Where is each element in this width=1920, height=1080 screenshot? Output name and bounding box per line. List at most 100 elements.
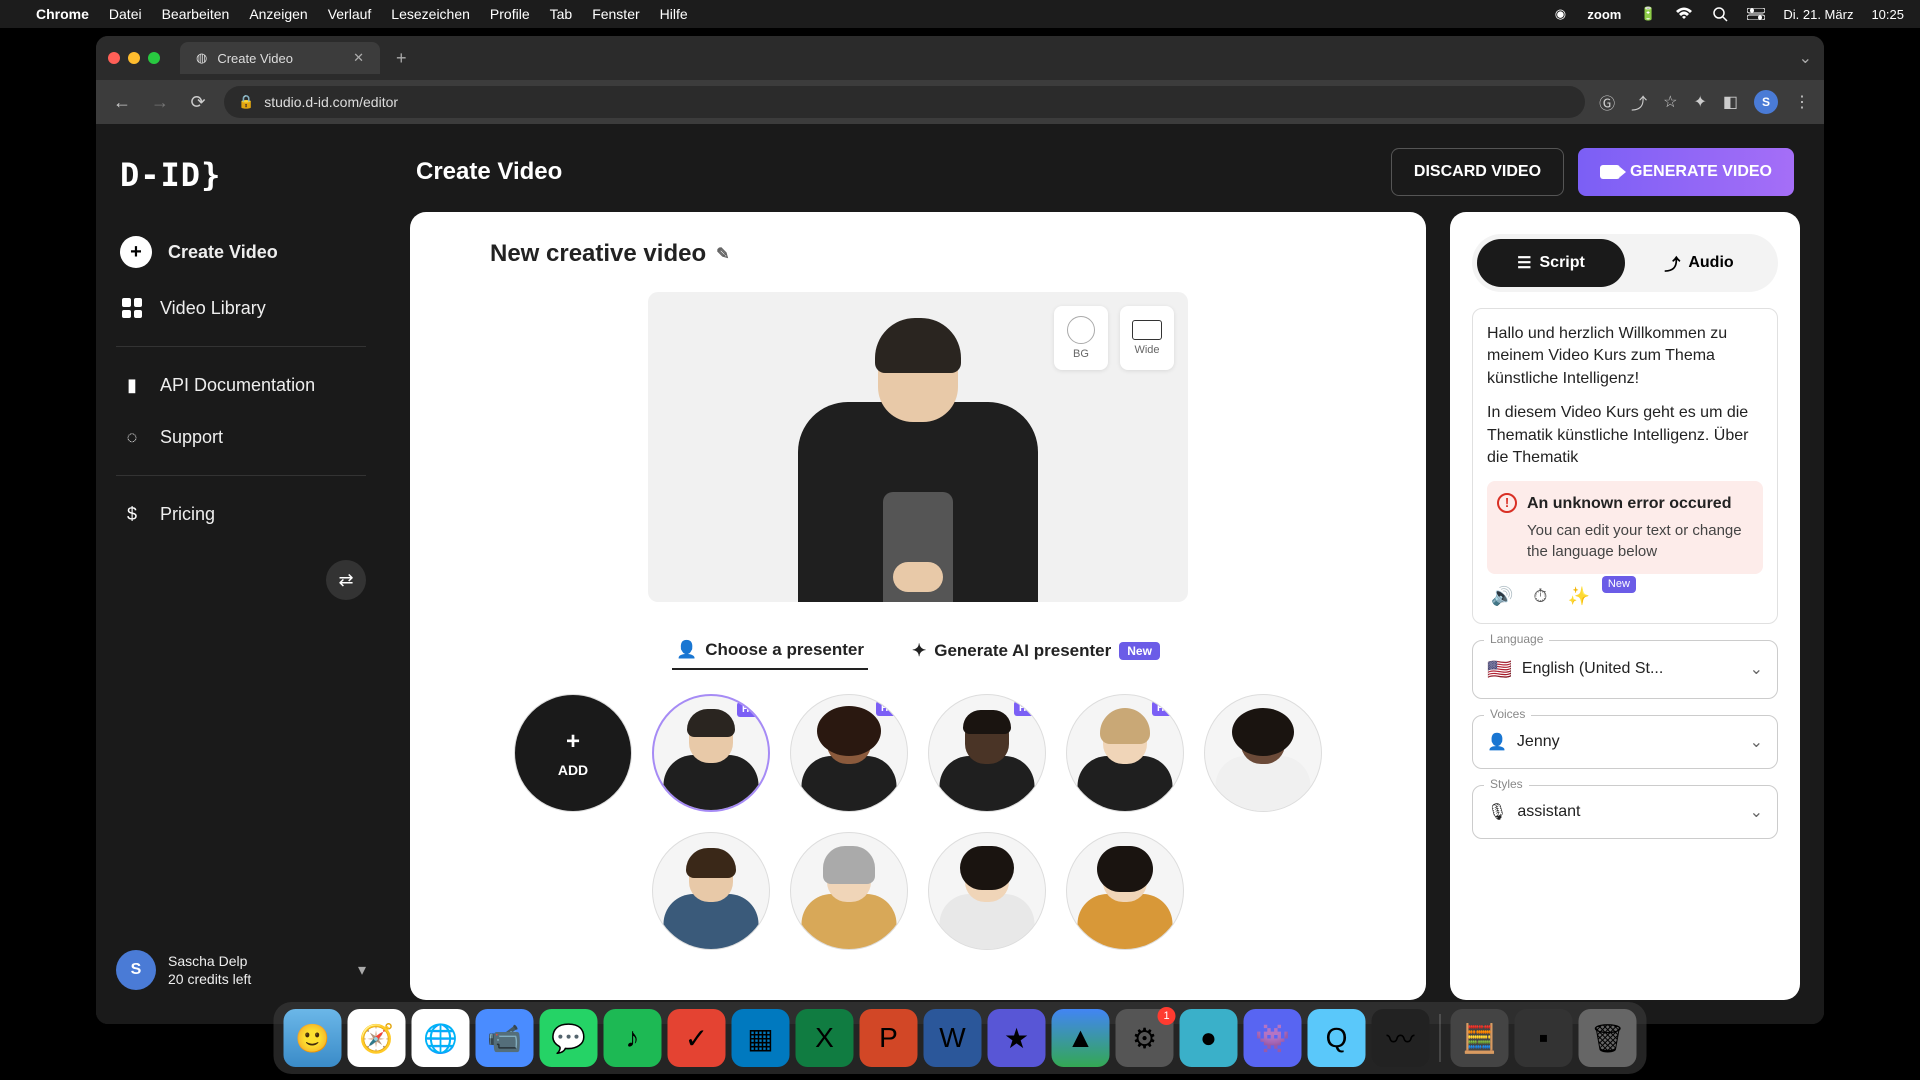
expand-sidebar-button[interactable]: ⇄ bbox=[326, 560, 366, 600]
background-button[interactable]: BG bbox=[1054, 306, 1108, 370]
video-title-row[interactable]: New creative video ✎ bbox=[450, 240, 1386, 268]
tab-close-icon[interactable]: ✕ bbox=[353, 50, 364, 66]
wifi-icon[interactable] bbox=[1675, 5, 1693, 23]
dock-powerpoint[interactable]: P bbox=[860, 1009, 918, 1067]
styles-select[interactable]: 🎙 assistant ⌄ bbox=[1472, 785, 1778, 839]
menu-datei[interactable]: Datei bbox=[109, 6, 142, 22]
share-icon[interactable]: ⤴ bbox=[1631, 90, 1647, 114]
menu-fenster[interactable]: Fenster bbox=[592, 6, 639, 22]
wide-button[interactable]: Wide bbox=[1120, 306, 1174, 370]
presenter-option-3[interactable]: HQ bbox=[928, 694, 1046, 812]
window-close-button[interactable] bbox=[108, 52, 120, 64]
control-center-icon[interactable] bbox=[1747, 5, 1765, 23]
logo[interactable]: D-ID} bbox=[96, 144, 386, 222]
presenter-option-8[interactable] bbox=[928, 832, 1046, 950]
dock-app-1[interactable]: ● bbox=[1180, 1009, 1238, 1067]
dock-audio-app[interactable]: 〰 bbox=[1372, 1009, 1430, 1067]
dock-chrome[interactable]: 🌐 bbox=[412, 1009, 470, 1067]
script-textarea[interactable]: Hallo und herzlich Willkommen zu meinem … bbox=[1472, 308, 1778, 624]
presenter-option-1[interactable]: HQ bbox=[652, 694, 770, 812]
edit-pencil-icon[interactable]: ✎ bbox=[716, 244, 729, 264]
back-button[interactable]: ← bbox=[110, 92, 134, 113]
sidebar-item-support[interactable]: ◌ Support bbox=[96, 411, 386, 463]
menu-lesezeichen[interactable]: Lesezeichen bbox=[391, 6, 470, 22]
reload-button[interactable]: ⟳ bbox=[186, 92, 210, 113]
sidebar-item-video-library[interactable]: Video Library bbox=[96, 282, 386, 334]
dock-quicktime[interactable]: Q bbox=[1308, 1009, 1366, 1067]
dock-app-2[interactable]: ▪ bbox=[1515, 1009, 1573, 1067]
dock-whatsapp[interactable]: 💬 bbox=[540, 1009, 598, 1067]
profile-avatar[interactable]: S bbox=[1754, 90, 1778, 114]
sidebar-label: Support bbox=[160, 427, 223, 448]
presenter-option-5[interactable] bbox=[1204, 694, 1322, 812]
zoom-status[interactable]: zoom bbox=[1587, 7, 1621, 22]
menubar-app-name[interactable]: Chrome bbox=[36, 6, 89, 22]
dock-finder[interactable]: 🙂 bbox=[284, 1009, 342, 1067]
menu-anzeigen[interactable]: Anzeigen bbox=[249, 6, 307, 22]
dock-todoist[interactable]: ✓ bbox=[668, 1009, 726, 1067]
menu-hilfe[interactable]: Hilfe bbox=[660, 6, 688, 22]
presenter-option-6[interactable] bbox=[652, 832, 770, 950]
side-panel-icon[interactable]: ◧ bbox=[1723, 92, 1738, 112]
dock-excel[interactable]: X bbox=[796, 1009, 854, 1067]
dock-calculator[interactable]: 🧮 bbox=[1451, 1009, 1509, 1067]
app-root: D-ID} + Create Video Video Library ▮ API… bbox=[96, 124, 1824, 1024]
timer-button[interactable]: ⏱ bbox=[1533, 584, 1547, 609]
presenter-option-7[interactable] bbox=[790, 832, 908, 950]
listen-button[interactable]: 🔊 bbox=[1491, 584, 1513, 609]
right-panel: ☰ Script ⤴ Audio Hallo und herzlich Will… bbox=[1450, 212, 1800, 1000]
user-info[interactable]: S Sascha Delp 20 credits left ▾ bbox=[96, 936, 386, 1004]
dock-trello[interactable]: ▦ bbox=[732, 1009, 790, 1067]
dock-settings[interactable]: ⚙1 bbox=[1116, 1009, 1174, 1067]
forward-button[interactable]: → bbox=[148, 92, 172, 113]
window-maximize-button[interactable] bbox=[148, 52, 160, 64]
presenter-option-4[interactable]: HQ bbox=[1066, 694, 1184, 812]
window-minimize-button[interactable] bbox=[128, 52, 140, 64]
language-select[interactable]: 🇺🇸 English (United St... ⌄ bbox=[1472, 640, 1778, 699]
record-icon[interactable]: ◉ bbox=[1551, 5, 1569, 23]
menubar-date[interactable]: Di. 21. März bbox=[1783, 7, 1853, 22]
menubar-time[interactable]: 10:25 bbox=[1871, 7, 1904, 22]
bookmark-star-icon[interactable]: ☆ bbox=[1663, 92, 1677, 112]
new-badge: New bbox=[1119, 642, 1160, 660]
menu-verlauf[interactable]: Verlauf bbox=[328, 6, 372, 22]
dock-discord[interactable]: 👾 bbox=[1244, 1009, 1302, 1067]
tab-choose-presenter[interactable]: 👤 Choose a presenter bbox=[672, 632, 868, 670]
presenter-option-9[interactable] bbox=[1066, 832, 1184, 950]
menu-tab[interactable]: Tab bbox=[550, 6, 573, 22]
dock-word[interactable]: W bbox=[924, 1009, 982, 1067]
sidebar-item-api[interactable]: ▮ API Documentation bbox=[96, 359, 386, 411]
presenter-option-2[interactable]: HQ bbox=[790, 694, 908, 812]
chrome-menu-icon[interactable]: ⋮ bbox=[1794, 92, 1810, 112]
menu-profile[interactable]: Profile bbox=[490, 6, 530, 22]
tab-list-chevron-icon[interactable]: ⌄ bbox=[1799, 48, 1812, 68]
add-presenter-button[interactable]: + ADD bbox=[514, 694, 632, 812]
dock-drive[interactable]: ▲ bbox=[1052, 1009, 1110, 1067]
dock-spotify[interactable]: ♪ bbox=[604, 1009, 662, 1067]
tab-script[interactable]: ☰ Script bbox=[1477, 239, 1625, 287]
dock-imovie[interactable]: ★ bbox=[988, 1009, 1046, 1067]
dock-trash[interactable]: 🗑 bbox=[1579, 1009, 1637, 1067]
styles-value: assistant bbox=[1517, 803, 1580, 821]
tab-audio[interactable]: ⤴ Audio bbox=[1625, 239, 1773, 287]
menu-bearbeiten[interactable]: Bearbeiten bbox=[162, 6, 230, 22]
magic-button[interactable]: ✨ bbox=[1567, 584, 1589, 609]
voices-select[interactable]: 👤 Jenny ⌄ bbox=[1472, 715, 1778, 769]
battery-icon[interactable]: 🔋 bbox=[1639, 5, 1657, 23]
dock-zoom[interactable]: 📹 bbox=[476, 1009, 534, 1067]
dock-safari[interactable]: 🧭 bbox=[348, 1009, 406, 1067]
extensions-puzzle-icon[interactable]: ✦ bbox=[1693, 92, 1706, 112]
browser-tab[interactable]: ◍ Create Video ✕ bbox=[180, 42, 380, 74]
discard-video-button[interactable]: DISCARD VIDEO bbox=[1391, 148, 1564, 196]
error-icon: ! bbox=[1497, 493, 1517, 513]
search-icon[interactable] bbox=[1711, 5, 1729, 23]
tab-generate-presenter[interactable]: ✦ Generate AI presenter New bbox=[908, 632, 1164, 670]
sidebar-item-create-video[interactable]: + Create Video bbox=[96, 222, 386, 282]
styles-select-group: Styles 🎙 assistant ⌄ bbox=[1472, 785, 1778, 839]
url-bar[interactable]: 🔒 studio.d-id.com/editor bbox=[224, 86, 1585, 118]
sidebar-item-pricing[interactable]: $ Pricing bbox=[96, 488, 386, 540]
google-lens-icon[interactable]: Ⓖ bbox=[1599, 90, 1615, 114]
new-tab-button[interactable]: + bbox=[388, 48, 415, 69]
generate-video-button[interactable]: GENERATE VIDEO bbox=[1578, 148, 1794, 196]
voices-label: Voices bbox=[1484, 707, 1531, 721]
